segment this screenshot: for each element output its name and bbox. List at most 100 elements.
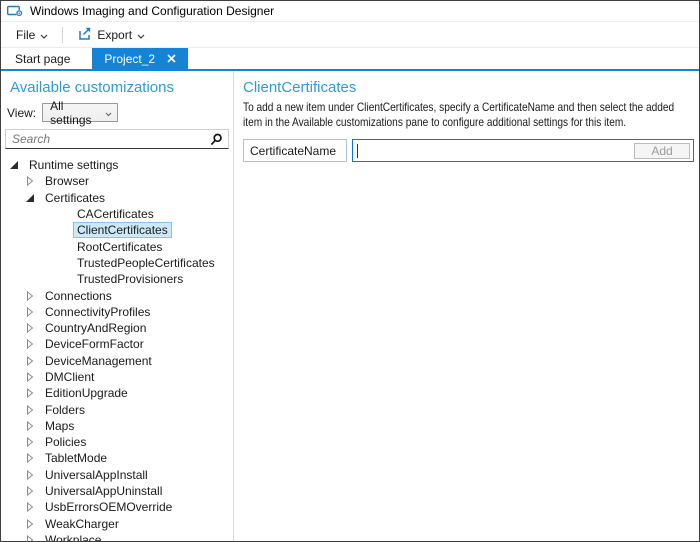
settings-detail-pane: ClientCertificates To add a new item und… <box>234 71 699 541</box>
tab-bar: Start page Project_2 <box>1 48 699 69</box>
tree-item[interactable]: TrustedProvisioners <box>1 271 233 287</box>
tree-item-label: RootCertificates <box>73 239 166 255</box>
tree-expander-icon[interactable] <box>25 356 37 366</box>
tree-item-label: DMClient <box>41 369 98 385</box>
tree-item[interactable]: Maps <box>1 418 233 434</box>
tree-item-label: TabletMode <box>41 450 111 466</box>
tree-leaf-spacer <box>57 258 69 268</box>
tree-item-label: WeakCharger <box>41 516 123 532</box>
tree-item-label: CACertificates <box>73 206 158 222</box>
tree-expander-icon[interactable] <box>25 176 37 186</box>
close-icon[interactable] <box>167 52 176 66</box>
certificate-name-input[interactable] <box>358 140 634 161</box>
view-label: View: <box>7 106 36 120</box>
tree-expander-icon[interactable] <box>25 307 37 317</box>
tree-expander-icon[interactable] <box>25 486 37 496</box>
tree-item[interactable]: ConnectivityProfiles <box>1 304 233 320</box>
tree-leaf-spacer <box>57 274 69 284</box>
detail-description: To add a new item under ClientCertificat… <box>243 100 694 130</box>
customizations-tree: Runtime settings Browser Certificates CA… <box>1 157 233 541</box>
add-item-row: CertificateName Add <box>243 139 694 162</box>
tree-expander-icon[interactable] <box>25 502 37 512</box>
export-menu[interactable]: Export <box>71 23 151 47</box>
tree-expander-icon[interactable] <box>25 193 37 203</box>
tree-item[interactable]: UsbErrorsOEMOverride <box>1 499 233 515</box>
search-input[interactable] <box>6 130 228 148</box>
tree-item-label: Browser <box>41 173 93 189</box>
available-customizations-pane: Available customizations View: All setti… <box>1 71 234 541</box>
tree-item-label: Maps <box>41 418 78 434</box>
window-title: Windows Imaging and Configuration Design… <box>30 4 274 18</box>
tree-item-label: UsbErrorsOEMOverride <box>41 499 176 515</box>
tree-item[interactable]: Workplace <box>1 532 233 541</box>
tree-item[interactable]: Runtime settings <box>1 157 233 173</box>
tree-item-label: UniversalAppUninstall <box>41 483 166 499</box>
tab-label: Start page <box>15 52 70 66</box>
file-menu[interactable]: File <box>10 24 54 45</box>
tree-item[interactable]: DMClient <box>1 369 233 385</box>
tree-expander-icon[interactable] <box>25 437 37 447</box>
tree-item[interactable]: UniversalAppUninstall <box>1 483 233 499</box>
tree-item[interactable]: EditionUpgrade <box>1 385 233 401</box>
tree-expander-icon[interactable] <box>25 470 37 480</box>
tree-leaf-spacer <box>57 225 69 235</box>
tree-item[interactable]: WeakCharger <box>1 516 233 532</box>
tree-expander-icon[interactable] <box>25 291 37 301</box>
tree-item[interactable]: CountryAndRegion <box>1 320 233 336</box>
tree-item-label: TrustedProvisioners <box>73 271 187 287</box>
tree-item[interactable]: ClientCertificates <box>1 222 233 238</box>
tree-item-label: CountryAndRegion <box>41 320 150 336</box>
tree-item[interactable]: DeviceManagement <box>1 353 233 369</box>
export-icon <box>77 26 92 44</box>
app-icon <box>7 5 24 18</box>
search-box <box>5 129 229 149</box>
tree-item[interactable]: DeviceFormFactor <box>1 336 233 352</box>
detail-description-line: item in the Available customizations pan… <box>243 115 624 130</box>
tab-start-page[interactable]: Start page <box>1 48 84 69</box>
tree-item-label: Runtime settings <box>25 157 122 173</box>
export-menu-label: Export <box>97 28 132 42</box>
app-window: Windows Imaging and Configuration Design… <box>0 0 700 542</box>
tree-leaf-spacer <box>57 242 69 252</box>
tree-expander-icon[interactable] <box>9 160 21 170</box>
tree-expander-icon[interactable] <box>25 519 37 529</box>
tree-item-label: UniversalAppInstall <box>41 467 152 483</box>
tree-item[interactable]: Policies <box>1 434 233 450</box>
tree-item-label: ClientCertificates <box>73 222 172 238</box>
certificate-name-label: CertificateName <box>250 144 336 158</box>
tree-expander-icon[interactable] <box>25 388 37 398</box>
tree-item[interactable]: UniversalAppInstall <box>1 467 233 483</box>
tree-item-label: Folders <box>41 402 89 418</box>
tree-expander-icon[interactable] <box>25 421 37 431</box>
tree-item[interactable]: Browser <box>1 173 233 189</box>
search-icon[interactable] <box>210 133 223 149</box>
title-bar: Windows Imaging and Configuration Design… <box>1 1 699 22</box>
tree-expander-icon[interactable] <box>25 405 37 415</box>
detail-title: ClientCertificates <box>243 79 694 96</box>
tree-expander-icon[interactable] <box>25 323 37 333</box>
tree-item[interactable]: RootCertificates <box>1 238 233 254</box>
tree-item-label: DeviceManagement <box>41 353 156 369</box>
detail-description-line: To add a new item under ClientCertificat… <box>243 100 624 115</box>
chevron-down-icon <box>105 106 112 120</box>
tree-item[interactable]: Connections <box>1 287 233 303</box>
tree-expander-icon[interactable] <box>25 535 37 541</box>
tree-item[interactable]: TabletMode <box>1 450 233 466</box>
menu-separator <box>62 27 63 43</box>
tab-project-2[interactable]: Project_2 <box>92 48 188 69</box>
view-dropdown[interactable]: All settings <box>42 103 118 122</box>
tree-item[interactable]: Folders <box>1 401 233 417</box>
tree-expander-icon[interactable] <box>25 339 37 349</box>
tree-leaf-spacer <box>57 209 69 219</box>
tree-item-label: Policies <box>41 434 90 450</box>
certificate-name-label-box: CertificateName <box>243 139 347 162</box>
tree-expander-icon[interactable] <box>25 372 37 382</box>
tree-item-label: Workplace <box>41 532 105 541</box>
tree-item-label: Certificates <box>41 190 109 206</box>
tree-item[interactable]: Certificates <box>1 190 233 206</box>
add-button[interactable]: Add <box>634 143 690 159</box>
tree-expander-icon[interactable] <box>25 453 37 463</box>
tree-item[interactable]: TrustedPeopleCertificates <box>1 255 233 271</box>
chevron-down-icon <box>40 28 48 42</box>
tree-item[interactable]: CACertificates <box>1 206 233 222</box>
